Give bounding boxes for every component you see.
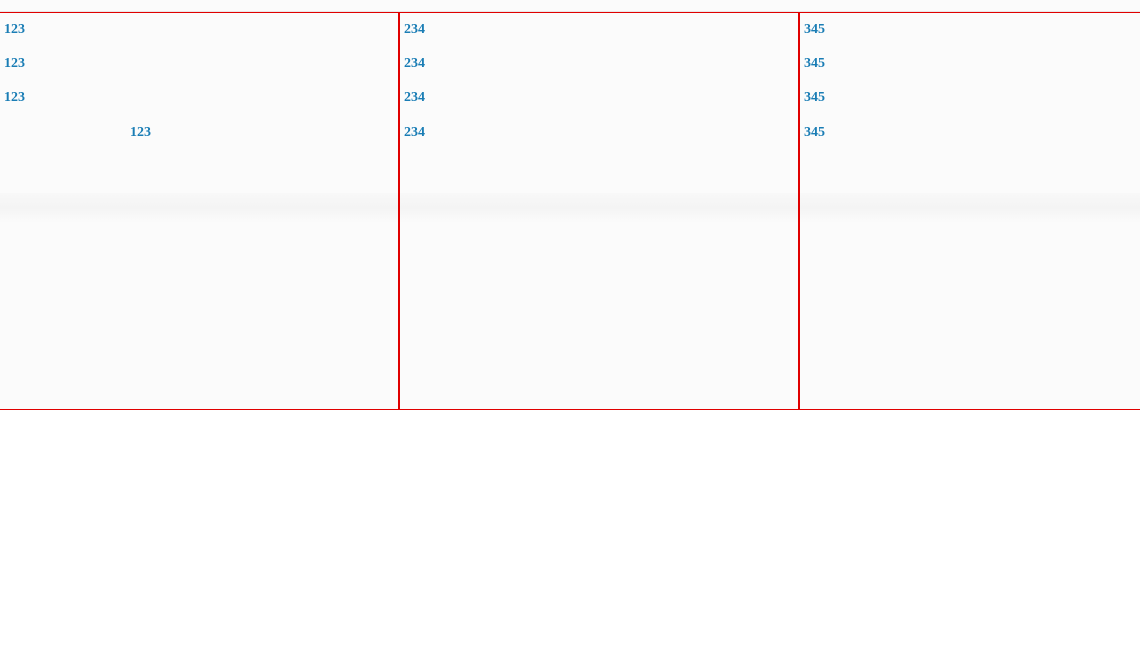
column-1: 123 123 123 123 [0,13,400,409]
column-2: 234 234 234 234 [400,13,800,409]
gradient-band [0,193,398,223]
link-col2-item2[interactable]: 234 [400,81,798,115]
link-col1-item0[interactable]: 123 [0,13,398,47]
link-col2-item3[interactable]: 234 [400,116,798,150]
cell-block: 345 345 345 345 [800,13,1140,150]
link-col2-item0[interactable]: 234 [400,13,798,47]
link-col3-item3[interactable]: 345 [800,116,1140,150]
link-col3-item1[interactable]: 345 [800,47,1140,81]
link-col1-item1[interactable]: 123 [0,47,398,81]
gradient-band [800,193,1140,223]
link-col2-item1[interactable]: 234 [400,47,798,81]
link-col3-item0[interactable]: 345 [800,13,1140,47]
link-col1-item2[interactable]: 123 [0,81,398,115]
link-col3-item2[interactable]: 345 [800,81,1140,115]
cell-block: 234 234 234 234 [400,13,798,150]
link-col1-item3[interactable]: 123 [0,116,398,150]
cell-block: 123 123 123 123 [0,13,398,150]
grid-container: 123 123 123 123 234 234 234 234 345 345 … [0,12,1140,410]
top-bar [0,0,1140,12]
column-3: 345 345 345 345 [800,13,1140,409]
gradient-band [400,193,798,223]
